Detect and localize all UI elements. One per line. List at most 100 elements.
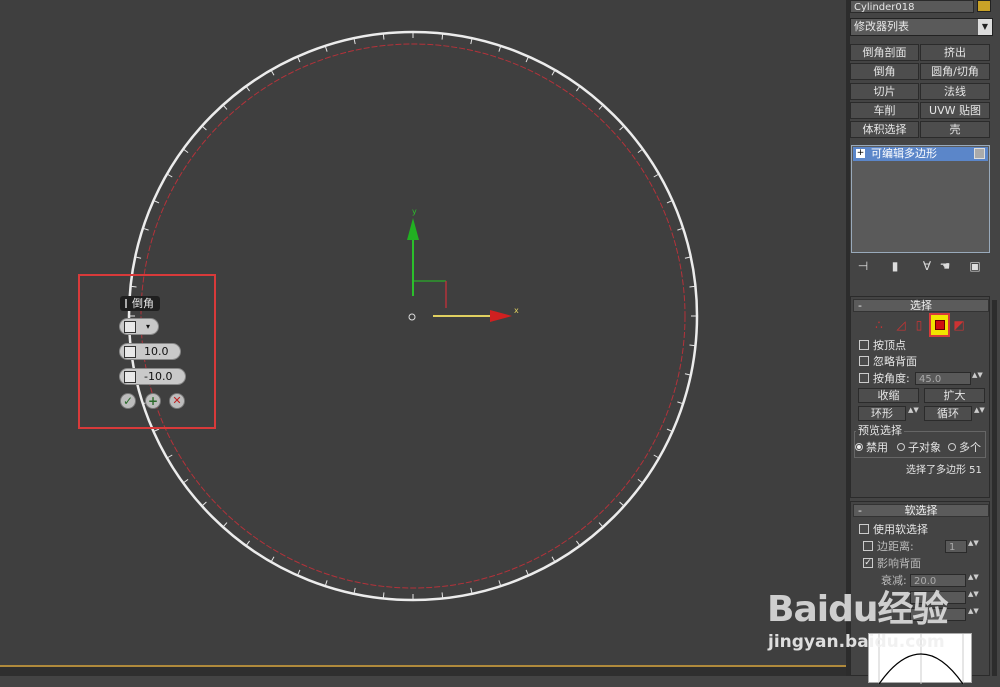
modifier-button[interactable]: 圆角/切角 [920,63,990,80]
height-icon [124,346,136,358]
falloff-spinner[interactable]: ▲▼ [968,574,979,587]
preview-multi-radio[interactable]: 多个 [948,442,981,454]
perspective-viewport[interactable]: y x 倒角 ▾ 10.0 -10.0 ✓ + ✕ [0,0,846,666]
collapse-icon: - [858,504,862,517]
ring-spinner[interactable]: ▲▼ [908,407,919,420]
segment-tick [684,256,690,259]
falloff-field[interactable]: 20.0 [910,574,966,587]
pivot-point [408,313,416,321]
angle-field[interactable]: 45.0 [915,372,971,385]
segment-tick [619,126,624,131]
edge-icon[interactable]: ◿ [894,318,908,332]
object-name-field[interactable]: Cylinder018 [850,0,974,13]
modifier-toggle-icon[interactable] [974,148,985,159]
segment-tick [677,228,683,231]
loop-button[interactable]: 循环 [924,406,972,421]
modifier-button[interactable]: 法线 [920,83,990,100]
modifier-button[interactable]: 切片 [850,83,919,100]
segment-tick [689,344,695,347]
modifier-list-dropdown[interactable]: 修改器列表 ▼ [850,18,993,36]
bubble-spinner[interactable]: ▲▼ [968,608,979,621]
ring-button[interactable]: 环形 [858,406,906,421]
preview-subobj-radio[interactable]: 子对象 [897,442,941,454]
edge-distance-field[interactable]: 1 [945,540,967,553]
selected-polygon-outline [140,43,686,589]
outline-value: -10.0 [144,370,173,383]
height-spinner[interactable]: 10.0 [119,343,181,360]
segment-tick [183,149,189,154]
polygon-icon[interactable] [929,313,950,337]
segment-tick [470,39,473,45]
falloff-label: 衰减: [881,574,907,587]
grow-button[interactable]: 扩大 [924,388,985,403]
preview-subobj-label: 子对象 [908,441,941,454]
edge-distance-spinner[interactable]: ▲▼ [968,540,979,553]
configure-sets-icon[interactable]: ▣ [968,258,982,274]
vertex-icon[interactable]: ∴ [872,318,886,332]
modifier-list-label: 修改器列表 [854,20,909,33]
modifier-button[interactable]: 体积选择 [850,121,919,138]
object-color-swatch[interactable] [977,0,991,12]
affect-backfacing-checkbox[interactable]: ✓ 影响背面 [863,558,921,570]
segment-tick [143,228,149,231]
modifier-button[interactable]: 壳 [920,121,990,138]
preview-off-radio[interactable]: 禁用 [855,442,888,454]
segment-tick [382,592,385,598]
segment-tick [498,580,501,586]
cancel-button[interactable]: ✕ [169,393,185,409]
modifier-button[interactable]: 车削 [850,102,919,119]
stack-item-editable-poly[interactable]: + 可编辑多边形 [853,147,988,161]
border-icon[interactable]: ▯ [912,318,926,332]
segment-tick [525,57,529,63]
collapse-icon: - [858,299,862,312]
make-unique-icon[interactable]: ∀ [920,258,934,274]
modifier-button[interactable]: 倒角剖面 [850,44,919,61]
selection-rollout-header[interactable]: - 选择 [853,299,989,312]
segment-tick [223,522,228,527]
modifier-button[interactable]: 挤出 [920,44,990,61]
outline-spinner[interactable]: -10.0 [119,368,186,385]
segment-tick [619,501,624,506]
segment-tick [297,569,301,575]
shrink-button[interactable]: 收缩 [858,388,919,403]
segment-tick [167,454,173,458]
outline-icon [124,371,136,383]
element-icon[interactable]: ◩ [952,318,966,332]
apply-button[interactable]: + [145,393,161,409]
edge-distance-checkbox[interactable]: 边距离: [863,541,914,553]
command-panel-modify: Cylinder018 修改器列表 ▼ 倒角剖面 挤出 倒角 圆角/切角 切片 法线 车削 U… [850,0,1000,685]
preview-off-label: 禁用 [866,441,888,454]
stack-toolbar: ⊣ ▮ ∀ ☚ ▣ [850,258,990,278]
pinch-spinner[interactable]: ▲▼ [968,591,979,604]
by-vertex-label: 按顶点 [873,339,906,352]
bevel-type-dropdown[interactable]: ▾ [119,318,159,335]
pin-stack-icon[interactable]: ⊣ [856,258,870,274]
segment-tick [271,70,275,76]
ignore-backfacing-checkbox[interactable]: 忽略背面 [859,356,917,368]
segment-tick [297,57,301,63]
segment-tick [183,478,189,483]
expand-icon[interactable]: + [856,149,865,158]
by-angle-checkbox[interactable]: 按角度: [859,373,910,385]
segment-tick [525,569,529,575]
use-soft-selection-checkbox[interactable]: 使用软选择 [859,524,928,536]
angle-spinner[interactable]: ▲▼ [972,372,983,385]
segment-tick [637,478,643,483]
segment-tick [246,540,251,546]
soft-selection-rollout-header[interactable]: - 软选择 [853,504,989,517]
loop-spinner[interactable]: ▲▼ [974,407,985,420]
panel-scrollbar[interactable] [992,300,997,676]
modifier-button[interactable]: 倒角 [850,63,919,80]
segment-tick [154,200,160,204]
remove-modifier-icon[interactable]: ☚ [938,258,952,274]
segment-tick [575,86,580,92]
ignore-backfacing-label: 忽略背面 [873,355,917,368]
segment-tick [470,587,473,593]
modifier-button[interactable]: UVW 贴图 [920,102,990,119]
by-angle-label: 按角度: [873,372,910,385]
by-vertex-checkbox[interactable]: 按顶点 [859,340,906,352]
ok-button[interactable]: ✓ [120,393,136,409]
show-end-result-icon[interactable]: ▮ [888,258,902,274]
modifier-stack[interactable]: + 可编辑多边形 [851,145,990,253]
preview-selection-label: 预览选择 [856,424,904,437]
